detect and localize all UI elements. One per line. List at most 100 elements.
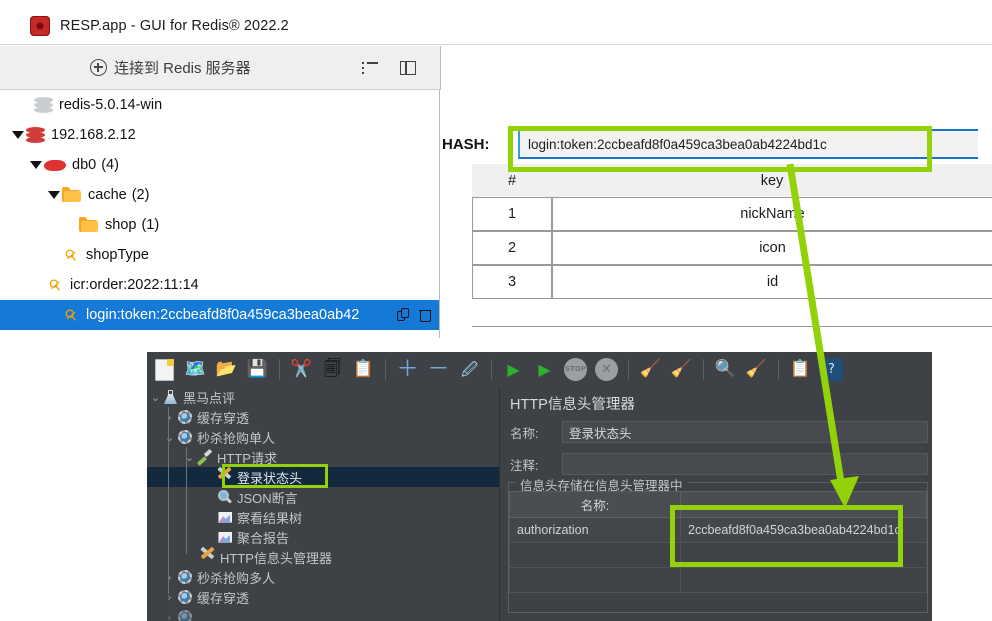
chevron-right-icon[interactable]: › xyxy=(163,591,176,604)
chevron-right-icon[interactable]: › xyxy=(163,571,176,584)
jm-tree-item-partial[interactable]: › xyxy=(147,607,499,621)
jm-tree-item-cache-penetration-2[interactable]: › 缓存穿透 xyxy=(147,587,499,607)
connect-to-redis-server-button[interactable]: 连接到 Redis 服务器 xyxy=(90,57,251,78)
jmeter-element-panel: HTTP信息头管理器 名称: 登录状态头 注释: 信息头存储在信息头管理器中 名… xyxy=(500,387,932,621)
jm-tree-item-view-results-tree[interactable]: 察看结果树 xyxy=(147,507,499,527)
chevron-down-icon[interactable] xyxy=(30,161,42,169)
tree-item-label: db0 xyxy=(72,157,97,173)
jm-tree-item-seckill-single[interactable]: ⌄ 秒杀抢购单人 xyxy=(147,427,499,447)
name-field[interactable]: 登录状态头 xyxy=(562,421,928,443)
table-row[interactable]: 1 nickName xyxy=(472,197,992,231)
start-icon[interactable]: ▶ xyxy=(502,358,525,381)
column-header-key: key xyxy=(552,164,992,197)
jm-tree-item-json-assertion[interactable]: JSON断言 xyxy=(147,487,499,507)
listener-chart-icon xyxy=(216,529,233,545)
cell-index: 2 xyxy=(472,231,552,265)
clear-icon[interactable]: 🧹 xyxy=(639,358,662,381)
stop-icon[interactable]: STOP xyxy=(564,358,587,381)
column-header-value xyxy=(680,491,927,518)
table-row[interactable]: 3 id xyxy=(472,265,992,299)
search-icon[interactable]: 🔍 xyxy=(714,358,737,381)
split-panel-icon[interactable] xyxy=(400,60,416,75)
window-title: RESP.app - GUI for Redis® 2022.2 xyxy=(60,18,289,34)
connect-button-label: 连接到 Redis 服务器 xyxy=(114,60,251,77)
collapse-all-icon[interactable]: － xyxy=(427,358,450,381)
jm-tree-item-label: 登录状态头 xyxy=(237,470,303,486)
redis-key-tree[interactable]: redis-5.0.14-win 192.168.2.12 db0 (4) ca… xyxy=(0,90,440,338)
jm-tree-item-label: 缓存穿透 xyxy=(197,590,250,606)
column-header-name: 名称: xyxy=(509,491,681,518)
thread-group-gear-icon xyxy=(176,609,193,621)
comment-field-label: 注释: xyxy=(510,458,539,473)
start-no-pauses-icon[interactable]: ▶ xyxy=(533,358,556,381)
jm-tree-item-seckill-multi[interactable]: › 秒杀抢购多人 xyxy=(147,567,499,587)
headers-table[interactable]: 名称: authorization 2ccbeafd8f0a459ca3bea0… xyxy=(509,491,927,593)
table-row-empty[interactable] xyxy=(509,567,927,593)
templates-icon[interactable]: 🗺️ xyxy=(184,358,207,381)
toolbar-divider xyxy=(703,359,704,380)
table-row[interactable]: 2 icon xyxy=(472,231,992,265)
comment-field[interactable] xyxy=(562,453,928,475)
tree-item-label: redis-5.0.14-win xyxy=(59,97,163,113)
tree-item-redis-5-0-14-win[interactable]: redis-5.0.14-win xyxy=(0,90,439,120)
jm-tree-item-login-status-header[interactable]: 登录状态头 xyxy=(147,467,499,487)
tree-item-cache[interactable]: cache (2) xyxy=(0,180,439,210)
jm-tree-item-aggregate-report[interactable]: 聚合报告 xyxy=(147,527,499,547)
cell-empty xyxy=(680,567,927,593)
chevron-down-icon[interactable] xyxy=(12,131,24,139)
jm-tree-item-cache-penetration-1[interactable]: › 缓存穿透 xyxy=(147,407,499,427)
list-view-icon[interactable] xyxy=(362,61,378,74)
save-icon[interactable]: 💾 xyxy=(246,358,269,381)
shutdown-icon[interactable]: ✕ xyxy=(595,358,618,381)
jm-tree-item-http-header-manager[interactable]: HTTP信息头管理器 xyxy=(147,547,499,567)
tree-item-shop[interactable]: shop (1) xyxy=(0,210,439,240)
hash-type-label: HASH: xyxy=(442,135,490,153)
open-folder-icon[interactable]: 📂 xyxy=(215,358,238,381)
paste-icon[interactable]: 📋 xyxy=(352,358,375,381)
trash-icon[interactable] xyxy=(419,308,431,322)
tree-guide-line xyxy=(168,407,169,594)
tree-item-192-168-2-12[interactable]: 192.168.2.12 xyxy=(0,120,439,150)
tree-item-label: shop xyxy=(105,217,137,233)
function-helper-icon[interactable]: 📋 xyxy=(789,358,812,381)
tree-item-label: shopType xyxy=(86,247,149,263)
jm-tree-item-test-plan[interactable]: ⌄ 黑马点评 xyxy=(147,387,499,407)
chevron-right-icon[interactable]: › xyxy=(163,611,176,621)
clear-all-icon[interactable]: 🧹 xyxy=(670,358,693,381)
chevron-right-icon[interactable]: › xyxy=(163,411,176,424)
hash-key-input[interactable]: login:token:2ccbeafd8f0a459ca3bea0ab4224… xyxy=(518,129,978,159)
jmeter-test-plan-tree[interactable]: ⌄ 黑马点评 › 缓存穿透 ⌄ 秒杀抢购单人 ⌄ HTTP请求 登录状态头 JS… xyxy=(147,387,500,621)
tree-item-label: icr:order:2022:11:14 xyxy=(70,277,199,293)
chevron-down-icon[interactable]: ⌄ xyxy=(149,391,162,404)
help-icon[interactable]: ? xyxy=(820,358,843,381)
thread-group-gear-icon xyxy=(176,569,193,585)
chevron-down-icon[interactable]: ⌄ xyxy=(163,431,176,444)
new-file-icon[interactable] xyxy=(153,358,176,381)
jm-tree-item-http-request[interactable]: ⌄ HTTP请求 xyxy=(147,447,499,467)
column-header-index: # xyxy=(472,164,552,197)
tree-item-db0[interactable]: db0 (4) xyxy=(0,150,439,180)
cell-empty xyxy=(680,542,927,568)
tree-item-count: (2) xyxy=(131,187,150,203)
key-icon: ⚲ xyxy=(61,244,81,266)
tree-item-login-token[interactable]: ⚲ login:token:2ccbeafd8f0a459ca3bea0ab42 xyxy=(0,300,439,330)
table-row[interactable]: authorization 2ccbeafd8f0a459ca3bea0ab42… xyxy=(509,517,927,543)
toggle-icon[interactable]: 🖉 xyxy=(458,358,481,381)
jm-tree-item-label: 秒杀抢购单人 xyxy=(197,430,276,446)
copy-icon[interactable]: 🗐 xyxy=(321,358,344,381)
table-row-empty[interactable] xyxy=(509,542,927,568)
tree-item-icr-order[interactable]: ⚲ icr:order:2022:11:14 xyxy=(0,270,439,300)
plus-circle-icon xyxy=(90,59,107,76)
cut-icon[interactable]: ✂️ xyxy=(290,358,313,381)
jmeter-window: 🗺️ 📂 💾 ✂️ 🗐 📋 ＋ － 🖉 ▶ ▶ STOP ✕ 🧹 🧹 🔍 🧹 📋… xyxy=(147,352,932,621)
toolbar-divider xyxy=(279,359,280,380)
chevron-down-icon[interactable]: ⌄ xyxy=(183,451,196,464)
key-icon: ⚲ xyxy=(61,304,81,326)
chevron-down-icon[interactable] xyxy=(48,191,60,199)
cell-index: 3 xyxy=(472,265,552,299)
toolbar-divider xyxy=(778,359,779,380)
copy-icon[interactable] xyxy=(397,308,410,322)
reset-search-icon[interactable]: 🧹 xyxy=(745,358,768,381)
expand-all-icon[interactable]: ＋ xyxy=(396,358,419,381)
tree-item-shoptype[interactable]: ⚲ shopType xyxy=(0,240,439,270)
